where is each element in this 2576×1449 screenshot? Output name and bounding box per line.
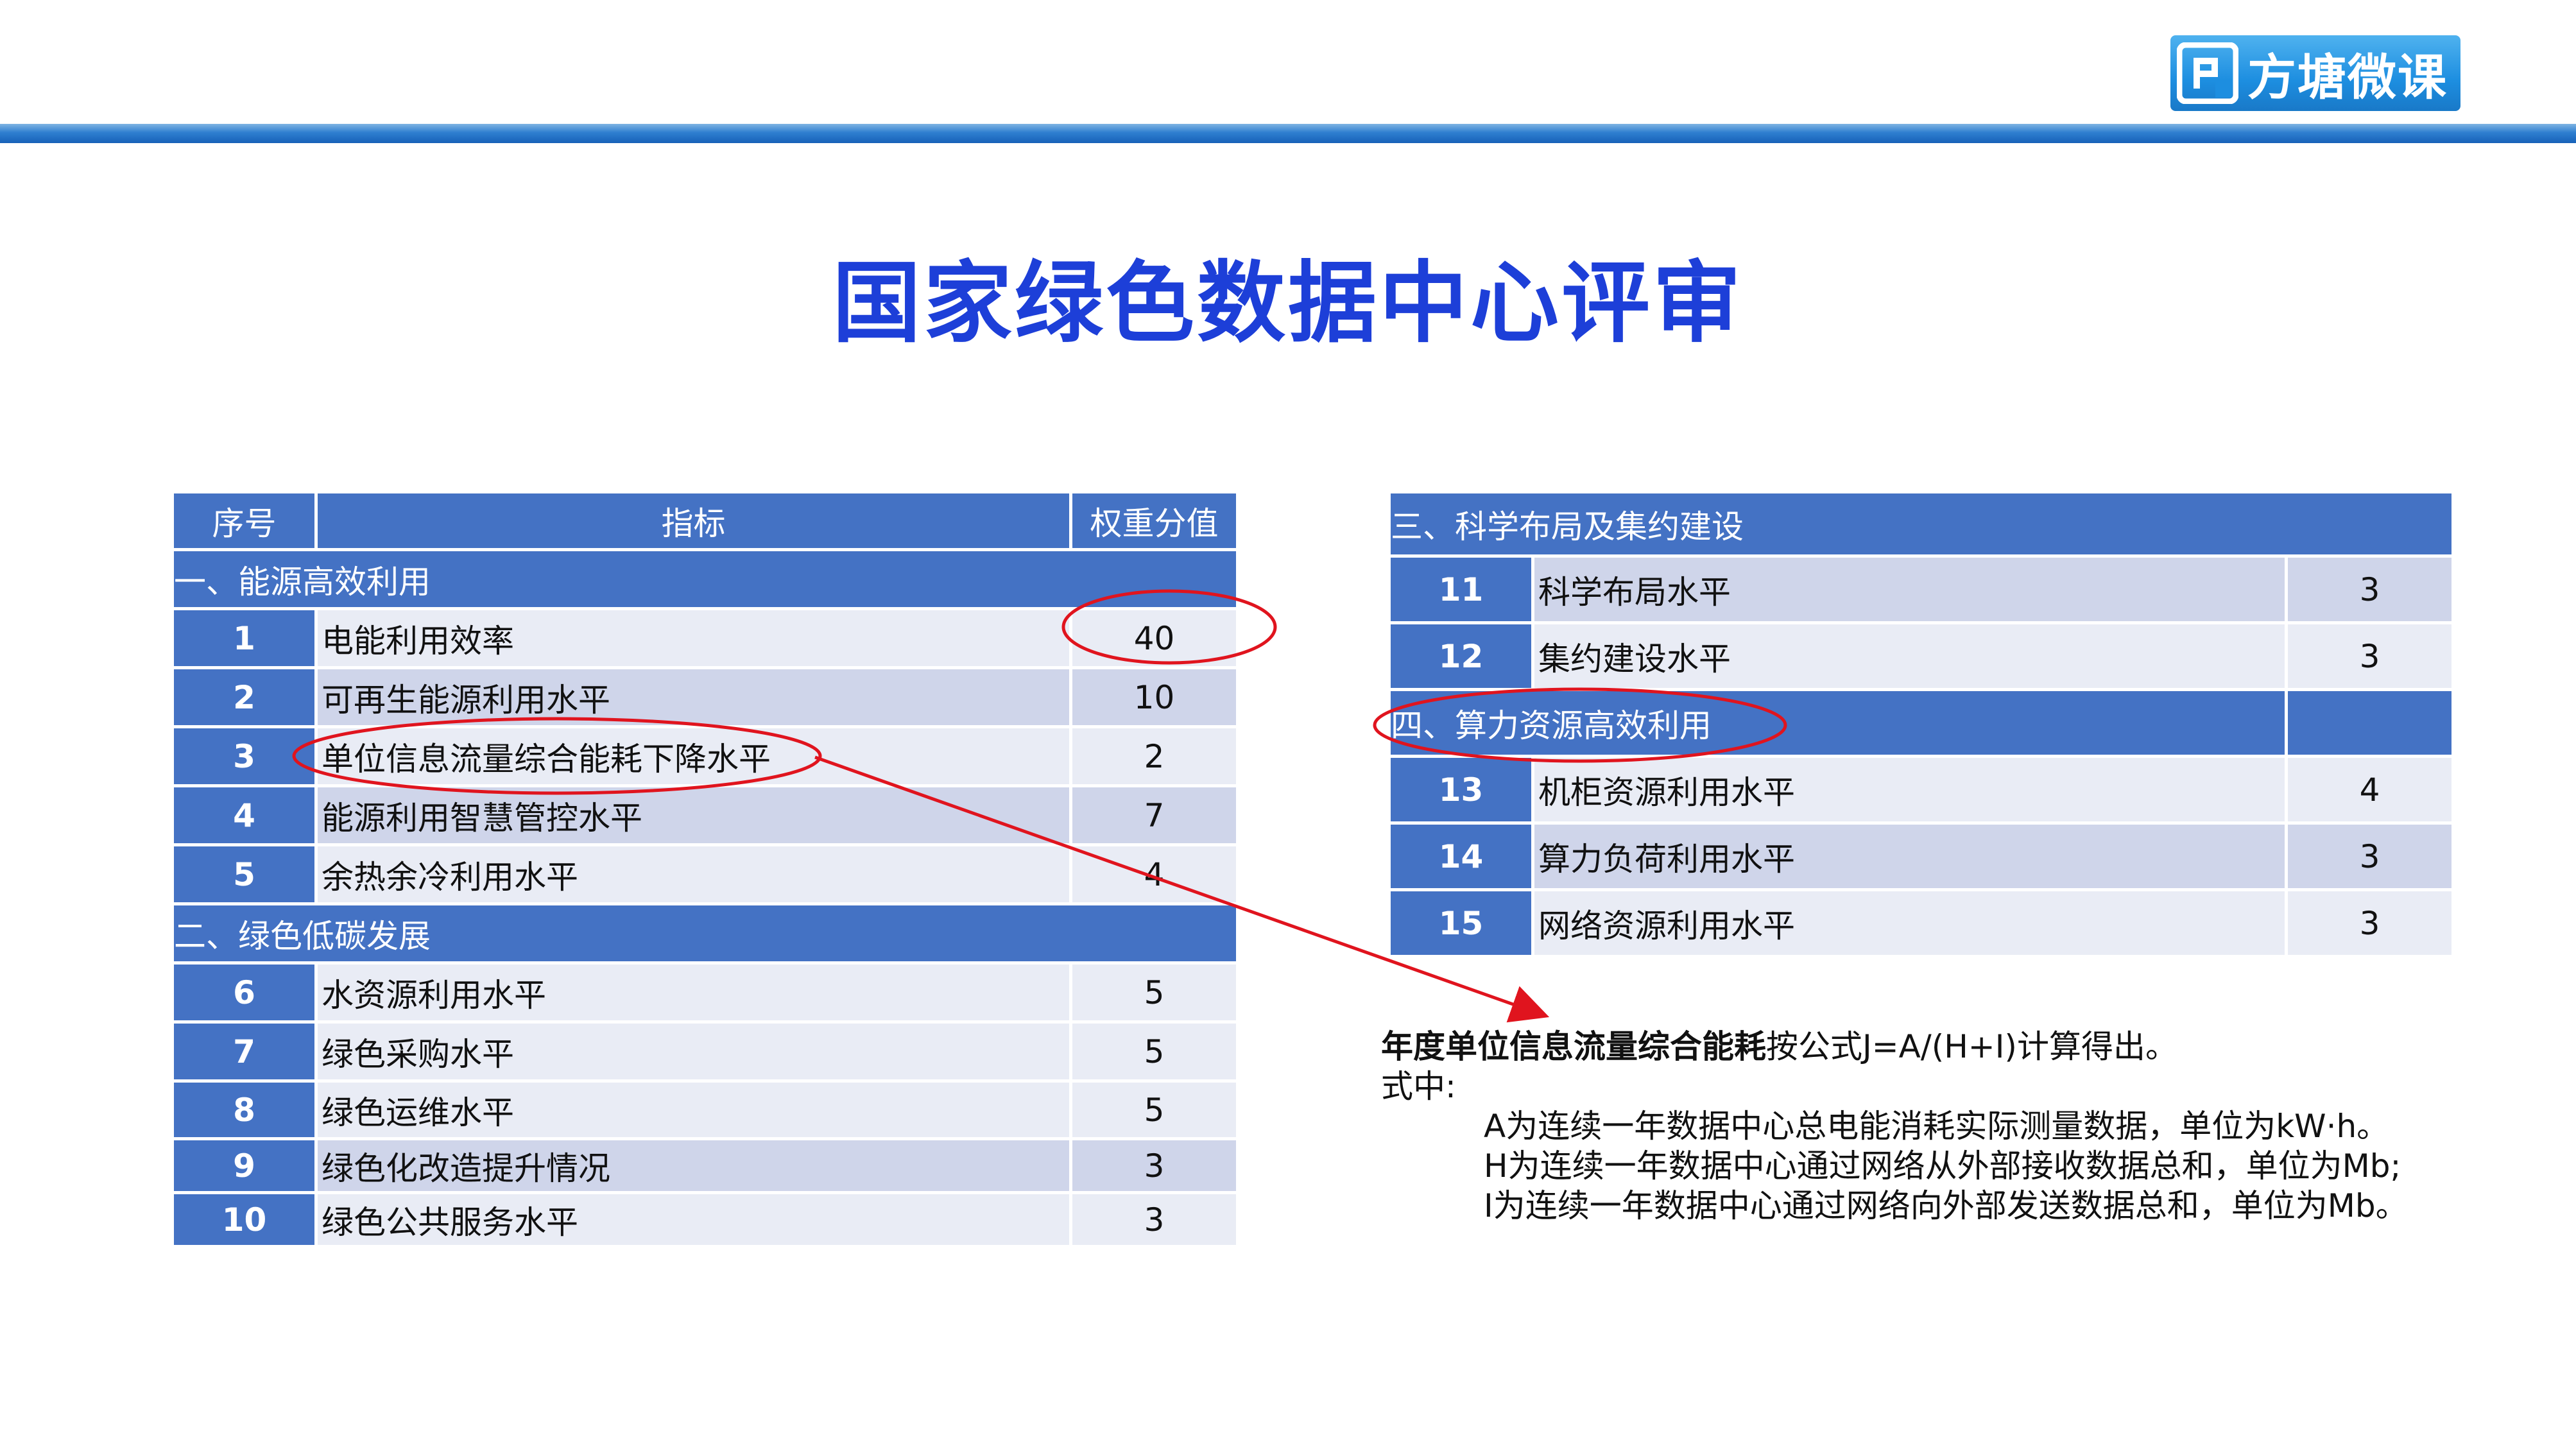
annotation-overlay	[292, 589, 1787, 1023]
highlight-ellipse-section-4	[1373, 687, 1787, 763]
highlight-ellipse-weight-40	[1061, 589, 1277, 665]
annotation-arrow	[814, 755, 1550, 1023]
highlight-ellipse-row-3	[292, 717, 822, 795]
